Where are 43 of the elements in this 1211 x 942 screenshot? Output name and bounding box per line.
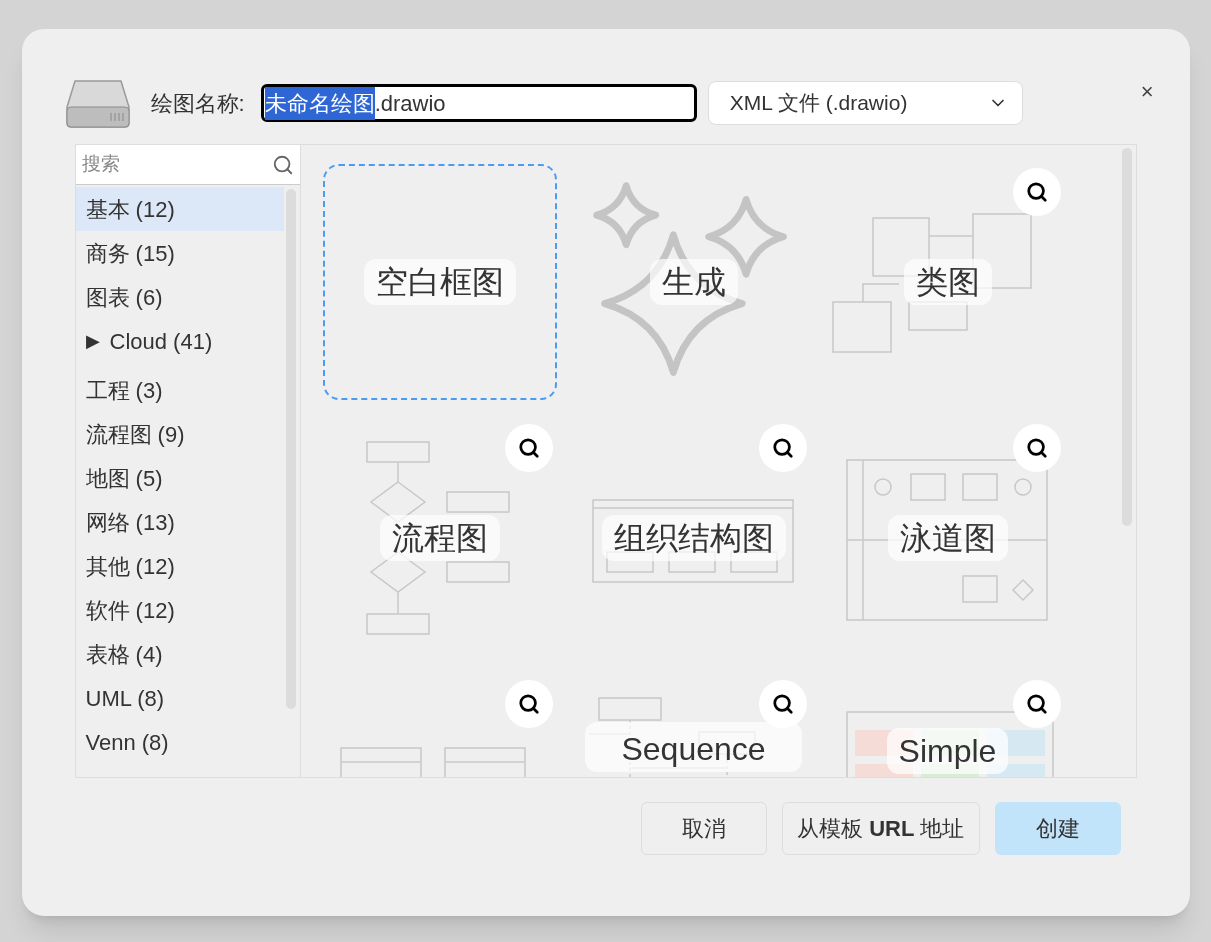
search-icon xyxy=(1025,181,1048,203)
zoom-button[interactable] xyxy=(1012,680,1061,728)
template-tile[interactable]: 组织结构图 xyxy=(576,420,811,656)
filename-label: 绘图名称: xyxy=(150,89,245,118)
scrollbar[interactable] xyxy=(285,189,296,709)
template-label: 流程图 xyxy=(379,515,500,561)
template-tile[interactable]: 类图 xyxy=(830,164,1065,400)
expand-toggle[interactable]: ▶ xyxy=(85,327,100,355)
hard-drive-icon xyxy=(64,77,131,129)
close-button[interactable]: × xyxy=(1136,81,1158,103)
template-tile[interactable]: 生成 xyxy=(576,164,811,400)
filename-field[interactable]: 未命名绘图.drawio xyxy=(260,84,697,122)
zoom-button[interactable] xyxy=(504,680,553,728)
search-icon xyxy=(1025,437,1048,459)
template-tile[interactable]: 空白框图 xyxy=(322,164,557,400)
template-tile[interactable]: Sequence xyxy=(576,676,811,777)
zoom-button[interactable] xyxy=(504,424,553,472)
template-label: Simple xyxy=(886,728,1009,774)
zoom-button[interactable] xyxy=(1012,168,1061,216)
search-icon xyxy=(771,693,794,715)
zoom-button[interactable] xyxy=(758,680,807,728)
search-field[interactable]: 搜索 xyxy=(75,145,300,185)
search-icon xyxy=(1025,693,1048,715)
zoom-button[interactable] xyxy=(758,424,807,472)
search-icon xyxy=(517,437,540,459)
search-icon xyxy=(771,437,794,459)
template-tile[interactable]: 流程图 xyxy=(322,420,557,656)
template-label: 空白框图 xyxy=(363,259,516,305)
template-tile[interactable]: Simple xyxy=(830,676,1065,777)
template-label: Sequence xyxy=(585,722,802,772)
search-icon xyxy=(517,693,540,715)
create-button[interactable]: 创建 xyxy=(994,802,1121,855)
dialog-button[interactable]: 从模板 URL 地址 xyxy=(782,802,980,855)
format-select[interactable]: XML 文件 (.drawio) xyxy=(707,81,1023,125)
category-item[interactable]: 基本 (12) xyxy=(75,187,284,231)
template-label: 类图 xyxy=(903,259,992,305)
dialog-button[interactable]: 取消 xyxy=(641,802,768,855)
template-label: 组织结构图 xyxy=(601,515,786,561)
search-icon xyxy=(271,153,294,176)
template-label: 生成 xyxy=(649,259,738,305)
zoom-button[interactable] xyxy=(1012,424,1061,472)
template-label: 泳道图 xyxy=(887,515,1008,561)
template-tile[interactable]: 泳道图 xyxy=(830,420,1065,656)
